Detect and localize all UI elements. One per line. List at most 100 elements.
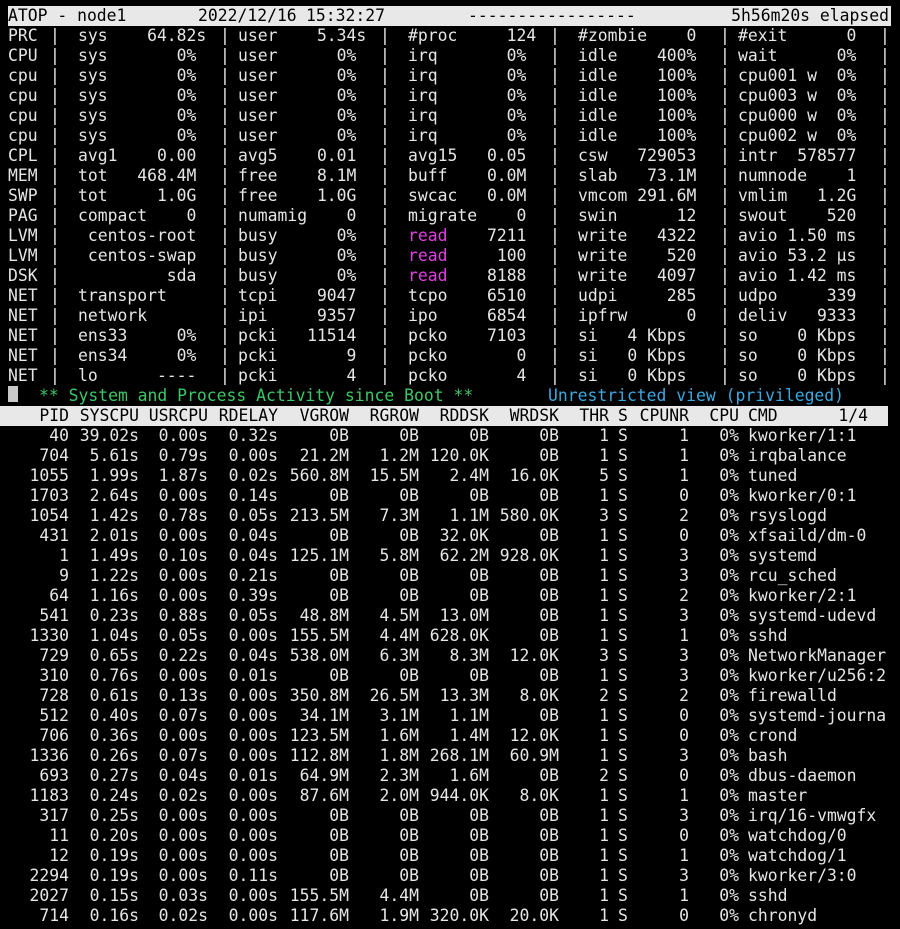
column-separator: | (550, 46, 560, 65)
stat-field: vmcom 291.6M (578, 186, 697, 205)
process-row[interactable]: 1703 2.64s 0.00s 0.14s 0B 0B 0B 0B 1 S 0 0% kworker/… (0, 486, 888, 506)
system-line-prc: PRC | sys 64.82s | user 5.34s | #proc 124 | #zom… (0, 26, 900, 46)
column-header-pid[interactable]: PID (39, 406, 69, 426)
column-separator: | (50, 66, 60, 85)
stat-field: irq 0% (408, 46, 527, 65)
stat-field: ipfrw 0 (578, 306, 697, 325)
process-row[interactable]: 310 0.76s 0.00s 0.01s 0B 0B 0B 0B 1 S 3 0% kworker/u… (0, 666, 888, 686)
process-cpunr: 1 (679, 846, 689, 865)
process-wrdsk: 0B (539, 666, 559, 685)
column-header-cpu[interactable]: CPU (709, 406, 739, 426)
process-row[interactable]: 64 1.16s 0.00s 0.39s 0B 0B 0B 0B 1 S 2 0% kworker/2:… (0, 586, 888, 606)
process-row[interactable]: 1330 1.04s 0.05s 0.00s 155.5M 4.4M 628.0K 0B 1 S 1… (0, 626, 888, 646)
process-syscpu: 39.02s (79, 426, 139, 445)
column-header-rgrow[interactable]: RGROW (370, 406, 419, 426)
column-header-rdelay[interactable]: RDELAY (219, 406, 278, 426)
process-cpu: 0% (719, 786, 739, 805)
column-header-cpunr[interactable]: CPUNR (640, 406, 689, 426)
process-row[interactable]: 431 2.01s 0.00s 0.04s 0B 0B 32.0K 0B 1 S 0 0% xfsail… (0, 526, 888, 546)
process-rddsk: 0B (469, 666, 489, 685)
column-separator: | (880, 186, 890, 205)
process-wrdsk: 0B (539, 566, 559, 585)
process-cpu: 0% (719, 486, 739, 505)
system-line-net: NET | lo ---- | pcki 4 | pcko 4 | si 0 Kbps | so … (0, 366, 900, 386)
process-state: S (618, 626, 628, 645)
process-row[interactable]: 541 0.23s 0.88s 0.05s 48.8M 4.5M 13.0M 0B 1 S 3 0% s… (0, 606, 888, 626)
column-separator: | (50, 126, 60, 145)
process-row[interactable]: 2027 0.15s 0.03s 0.00s 155.5M 4.4M 0B 0B 1 S 1 0% ss… (0, 886, 888, 906)
column-header-usrcpu[interactable]: USRCPU (149, 406, 208, 426)
process-usrcpu: 0.10s (158, 546, 208, 565)
process-row[interactable]: 1055 1.99s 1.87s 0.02s 560.8M 15.5M 2.4M 16.0K 5… (0, 466, 888, 486)
process-thr: 1 (599, 526, 609, 545)
process-row[interactable]: 1 1.49s 0.10s 0.04s 125.1M 5.8M 62.2M 928.0K 1 S 3… (0, 546, 888, 566)
process-syscpu: 0.20s (89, 826, 139, 845)
process-row[interactable]: 11 0.20s 0.00s 0.00s 0B 0B 0B 0B 1 S 0 0% watchdog/0 (0, 826, 888, 846)
process-wrdsk: 0B (539, 826, 559, 845)
process-cpu: 0% (719, 686, 739, 705)
process-rdelay: 0.01s (228, 766, 278, 785)
process-row[interactable]: 728 0.61s 0.13s 0.00s 350.8M 26.5M 13.3M 8.0K 2 S… (0, 686, 888, 706)
process-cpunr: 0 (679, 826, 689, 845)
process-rddsk: 0B (469, 886, 489, 905)
column-header-state[interactable]: S (618, 406, 628, 426)
process-row[interactable]: 706 0.36s 0.00s 0.00s 123.5M 1.6M 1.4M 12.0K 1 S 0… (0, 726, 888, 746)
process-state: S (618, 866, 628, 885)
process-cpunr: 3 (679, 866, 689, 885)
process-cpunr: 0 (679, 486, 689, 505)
process-cpunr: 1 (679, 886, 689, 905)
process-wrdsk: 580.0K (499, 506, 559, 525)
process-row[interactable]: 2294 0.19s 0.00s 0.11s 0B 0B 0B 0B 1 S 3 0% kworker/… (0, 866, 888, 886)
process-wrdsk: 928.0K (499, 546, 559, 565)
column-header-thr[interactable]: THR (579, 406, 609, 426)
process-state: S (618, 486, 628, 505)
process-row[interactable]: 729 0.65s 0.22s 0.04s 538.0M 6.3M 8.3M 12.0K 3 S 3… (0, 646, 888, 666)
column-separator: | (220, 26, 230, 45)
process-rdelay: 0.04s (228, 546, 278, 565)
process-row[interactable]: 512 0.40s 0.07s 0.00s 34.1M 3.1M 1.1M 0B 1 S 0 0% sy… (0, 706, 888, 726)
process-row[interactable]: 40 39.02s 0.00s 0.32s 0B 0B 0B 0B 1 S 1 0% kworker/1… (0, 426, 888, 446)
column-header-cmd[interactable]: CMD (748, 406, 778, 426)
stat-field: ens34 0% (78, 346, 197, 365)
column-separator: | (50, 46, 60, 65)
process-usrcpu: 0.88s (158, 606, 208, 625)
atop-terminal[interactable]: ATOP - node1 2022/12/16 15:32:27 -------… (0, 0, 900, 929)
process-thr: 1 (599, 426, 609, 445)
process-cmd: rsyslogd (748, 506, 827, 525)
column-separator: | (220, 166, 230, 185)
process-rgrow: 0B (399, 486, 419, 505)
process-row[interactable]: 12 0.19s 0.00s 0.00s 0B 0B 0B 0B 1 S 1 0% watchdog/1 (0, 846, 888, 866)
process-rddsk: 0B (469, 846, 489, 865)
column-header-syscpu[interactable]: SYSCPU (80, 406, 139, 426)
process-cmd: watchdog/1 (748, 846, 847, 865)
process-wrdsk: 0B (539, 626, 559, 645)
column-separator: | (880, 166, 890, 185)
process-row[interactable]: 1183 0.24s 0.02s 0.00s 87.6M 2.0M 944.0K 8.0K 1 S… (0, 786, 888, 806)
process-thr: 1 (599, 806, 609, 825)
process-row[interactable]: 714 0.16s 0.02s 0.00s 117.6M 1.9M 320.0K 20.0K 1… (0, 906, 888, 926)
column-header-vgrow[interactable]: VGROW (300, 406, 349, 426)
process-thr: 1 (599, 626, 609, 645)
process-vgrow: 64.9M (299, 766, 349, 785)
stat-field: numamig 0 (238, 206, 357, 225)
process-row[interactable]: 317 0.25s 0.00s 0.00s 0B 0B 0B 0B 1 S 3 0% irq/16-vm… (0, 806, 888, 826)
process-row[interactable]: 9 1.22s 0.00s 0.21s 0B 0B 0B 0B 1 S 3 0% rcu_sched (0, 566, 888, 586)
process-row[interactable]: 1054 1.42s 0.78s 0.05s 213.5M 7.3M 1.1M 580.0K 3… (0, 506, 888, 526)
process-pid: 1055 (29, 466, 69, 485)
process-row[interactable]: 704 5.61s 0.79s 0.00s 21.2M 1.2M 120.0K 0B 1 S 1 0%… (0, 446, 888, 466)
process-row[interactable]: 1336 0.26s 0.07s 0.00s 112.8M 1.8M 268.1M 60.9M… (0, 746, 888, 766)
resource-label: PRC (8, 26, 38, 45)
column-separator: | (50, 146, 60, 165)
process-syscpu: 0.40s (89, 706, 139, 725)
system-line-cpu: cpu | sys 0% | user 0% | irq 0% | idle 100% | cpu0… (0, 86, 900, 106)
system-line-cpl: CPL | avg1 0.00 | avg5 0.01 | avg15 0.05 | csw 7… (0, 146, 900, 166)
process-cpunr: 2 (679, 686, 689, 705)
column-header-wrdsk[interactable]: WRDSK (510, 406, 559, 426)
process-thr: 1 (599, 826, 609, 845)
column-header-rddsk[interactable]: RDDSK (440, 406, 489, 426)
process-syscpu: 5.61s (89, 446, 139, 465)
column-separator: | (550, 326, 560, 345)
process-cpunr: 1 (679, 786, 689, 805)
process-state: S (618, 526, 628, 545)
process-row[interactable]: 693 0.27s 0.04s 0.01s 64.9M 2.3M 1.6M 0B 2 S 0 0% db… (0, 766, 888, 786)
